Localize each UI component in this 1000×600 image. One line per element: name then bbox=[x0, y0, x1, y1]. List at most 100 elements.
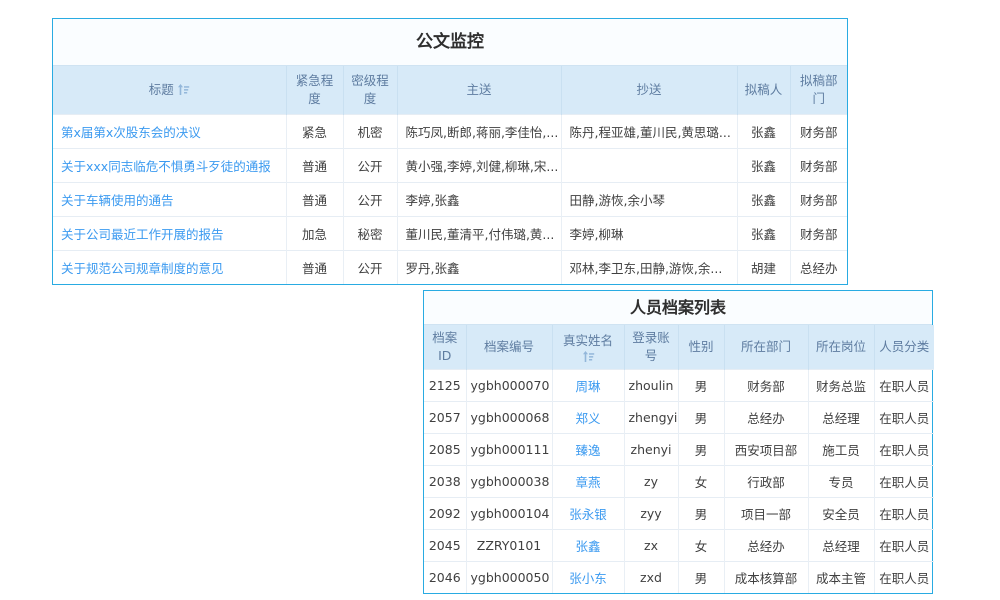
col-header-secrecy: 密级程度 bbox=[343, 66, 397, 115]
login-account-cell: zyy bbox=[624, 498, 678, 530]
doc-title-link[interactable]: 关于规范公司规章制度的意见 bbox=[53, 251, 286, 285]
draft-dept-cell: 财务部 bbox=[790, 115, 847, 149]
drafter-cell: 张鑫 bbox=[737, 183, 790, 217]
doc-monitor-table: 标题 紧急程度 密级程度 主送 抄送 拟稿人 拟稿部门 第x届第x次股东会的决议… bbox=[53, 66, 847, 284]
draft-dept-cell: 财务部 bbox=[790, 149, 847, 183]
main-send-cell: 罗丹,张鑫 bbox=[397, 251, 561, 285]
real-name-link[interactable]: 周琳 bbox=[552, 370, 624, 402]
col-header-drafter: 拟稿人 bbox=[737, 66, 790, 115]
archive-id-cell: 2046 bbox=[424, 562, 466, 594]
doc-title-link[interactable]: 第x届第x次股东会的决议 bbox=[53, 115, 286, 149]
drafter-cell: 张鑫 bbox=[737, 149, 790, 183]
urgency-cell: 加急 bbox=[286, 217, 343, 251]
col-header-real-name[interactable]: 真实姓名 bbox=[552, 325, 624, 370]
personnel-archive-table: 档案ID 档案编号 真实姓名 登录账号 性别 所在部门 所在岗位 人员分类 21… bbox=[424, 325, 934, 593]
real-name-link[interactable]: 张永银 bbox=[552, 498, 624, 530]
table-row: 2125 ygbh000070 周琳 zhoulin 男 财务部 财务总监 在职… bbox=[424, 370, 934, 402]
archive-code-cell: ygbh000050 bbox=[466, 562, 552, 594]
real-name-link[interactable]: 张小东 bbox=[552, 562, 624, 594]
department-cell: 总经办 bbox=[724, 530, 808, 562]
gender-cell: 男 bbox=[678, 498, 724, 530]
table-row: 2092 ygbh000104 张永银 zyy 男 项目一部 安全员 在职人员 bbox=[424, 498, 934, 530]
real-name-link[interactable]: 张鑫 bbox=[552, 530, 624, 562]
draft-dept-cell: 财务部 bbox=[790, 217, 847, 251]
gender-cell: 男 bbox=[678, 434, 724, 466]
sort-icon bbox=[177, 84, 190, 95]
archive-id-cell: 2125 bbox=[424, 370, 466, 402]
gender-cell: 男 bbox=[678, 402, 724, 434]
category-cell: 在职人员 bbox=[874, 530, 934, 562]
main-send-cell: 黄小强,李婷,刘健,柳琳,宋... bbox=[397, 149, 561, 183]
doc-title-link[interactable]: 关于xxx同志临危不惧勇斗歹徒的通报 bbox=[53, 149, 286, 183]
col-header-department: 所在部门 bbox=[724, 325, 808, 370]
col-header-doc-title[interactable]: 标题 bbox=[53, 66, 286, 115]
col-header-doc-title-label: 标题 bbox=[149, 82, 174, 97]
login-account-cell: zxd bbox=[624, 562, 678, 594]
position-cell: 安全员 bbox=[808, 498, 874, 530]
doc-header-row: 标题 紧急程度 密级程度 主送 抄送 拟稿人 拟稿部门 bbox=[53, 66, 847, 115]
secrecy-cell: 公开 bbox=[343, 183, 397, 217]
personnel-archive-panel: 人员档案列表 档案ID 档案编号 真实姓名 登录账号 性别 所在部门 所在岗位 bbox=[423, 290, 933, 594]
doc-monitor-title: 公文监控 bbox=[53, 19, 847, 66]
col-header-category: 人员分类 bbox=[874, 325, 934, 370]
login-account-cell: zhengyi bbox=[624, 402, 678, 434]
gender-cell: 男 bbox=[678, 562, 724, 594]
table-row: 2057 ygbh000068 郑义 zhengyi 男 总经办 总经理 在职人… bbox=[424, 402, 934, 434]
real-name-link[interactable]: 章燕 bbox=[552, 466, 624, 498]
archive-code-cell: ygbh000068 bbox=[466, 402, 552, 434]
table-row: 关于公司最近工作开展的报告 加急 秘密 董川民,董清平,付伟璐,黄... 李婷,… bbox=[53, 217, 847, 251]
gender-cell: 女 bbox=[678, 530, 724, 562]
login-account-cell: zy bbox=[624, 466, 678, 498]
login-account-cell: zhenyi bbox=[624, 434, 678, 466]
main-send-cell: 陈巧凤,断郎,蒋丽,李佳怡,... bbox=[397, 115, 561, 149]
cc-cell: 李婷,柳琳 bbox=[561, 217, 737, 251]
secrecy-cell: 公开 bbox=[343, 251, 397, 285]
col-header-urgency: 紧急程度 bbox=[286, 66, 343, 115]
doc-title-link[interactable]: 关于公司最近工作开展的报告 bbox=[53, 217, 286, 251]
archive-id-cell: 2038 bbox=[424, 466, 466, 498]
sort-icon bbox=[582, 351, 595, 362]
position-cell: 财务总监 bbox=[808, 370, 874, 402]
col-header-draft-dept: 拟稿部门 bbox=[790, 66, 847, 115]
position-cell: 施工员 bbox=[808, 434, 874, 466]
archive-id-cell: 2057 bbox=[424, 402, 466, 434]
personnel-archive-title: 人员档案列表 bbox=[424, 291, 932, 325]
table-row: 第x届第x次股东会的决议 紧急 机密 陈巧凤,断郎,蒋丽,李佳怡,... 陈丹,… bbox=[53, 115, 847, 149]
cc-cell: 邓林,李卫东,田静,游恢,余... bbox=[561, 251, 737, 285]
department-cell: 财务部 bbox=[724, 370, 808, 402]
table-row: 2038 ygbh000038 章燕 zy 女 行政部 专员 在职人员 bbox=[424, 466, 934, 498]
archive-code-cell: ygbh000070 bbox=[466, 370, 552, 402]
col-header-cc: 抄送 bbox=[561, 66, 737, 115]
archive-id-cell: 2085 bbox=[424, 434, 466, 466]
draft-dept-cell: 总经办 bbox=[790, 251, 847, 285]
secrecy-cell: 公开 bbox=[343, 149, 397, 183]
category-cell: 在职人员 bbox=[874, 562, 934, 594]
secrecy-cell: 机密 bbox=[343, 115, 397, 149]
col-header-position: 所在岗位 bbox=[808, 325, 874, 370]
category-cell: 在职人员 bbox=[874, 434, 934, 466]
archive-code-cell: ygbh000038 bbox=[466, 466, 552, 498]
table-row: 关于车辆使用的通告 普通 公开 李婷,张鑫 田静,游恢,余小琴 张鑫 财务部 bbox=[53, 183, 847, 217]
login-account-cell: zx bbox=[624, 530, 678, 562]
department-cell: 总经办 bbox=[724, 402, 808, 434]
archive-id-cell: 2045 bbox=[424, 530, 466, 562]
col-header-archive-code: 档案编号 bbox=[466, 325, 552, 370]
archive-id-cell: 2092 bbox=[424, 498, 466, 530]
drafter-cell: 张鑫 bbox=[737, 115, 790, 149]
doc-monitor-panel: 公文监控 标题 紧急程度 密级程度 主送 抄送 拟稿人 拟稿部门 第x届第x次股… bbox=[52, 18, 848, 285]
drafter-cell: 胡建 bbox=[737, 251, 790, 285]
department-cell: 项目一部 bbox=[724, 498, 808, 530]
drafter-cell: 张鑫 bbox=[737, 217, 790, 251]
doc-title-link[interactable]: 关于车辆使用的通告 bbox=[53, 183, 286, 217]
real-name-link[interactable]: 郑义 bbox=[552, 402, 624, 434]
draft-dept-cell: 财务部 bbox=[790, 183, 847, 217]
department-cell: 行政部 bbox=[724, 466, 808, 498]
table-row: 2085 ygbh000111 臻逸 zhenyi 男 西安项目部 施工员 在职… bbox=[424, 434, 934, 466]
secrecy-cell: 秘密 bbox=[343, 217, 397, 251]
category-cell: 在职人员 bbox=[874, 402, 934, 434]
urgency-cell: 普通 bbox=[286, 251, 343, 285]
real-name-link[interactable]: 臻逸 bbox=[552, 434, 624, 466]
category-cell: 在职人员 bbox=[874, 466, 934, 498]
col-header-login-account: 登录账号 bbox=[624, 325, 678, 370]
category-cell: 在职人员 bbox=[874, 370, 934, 402]
